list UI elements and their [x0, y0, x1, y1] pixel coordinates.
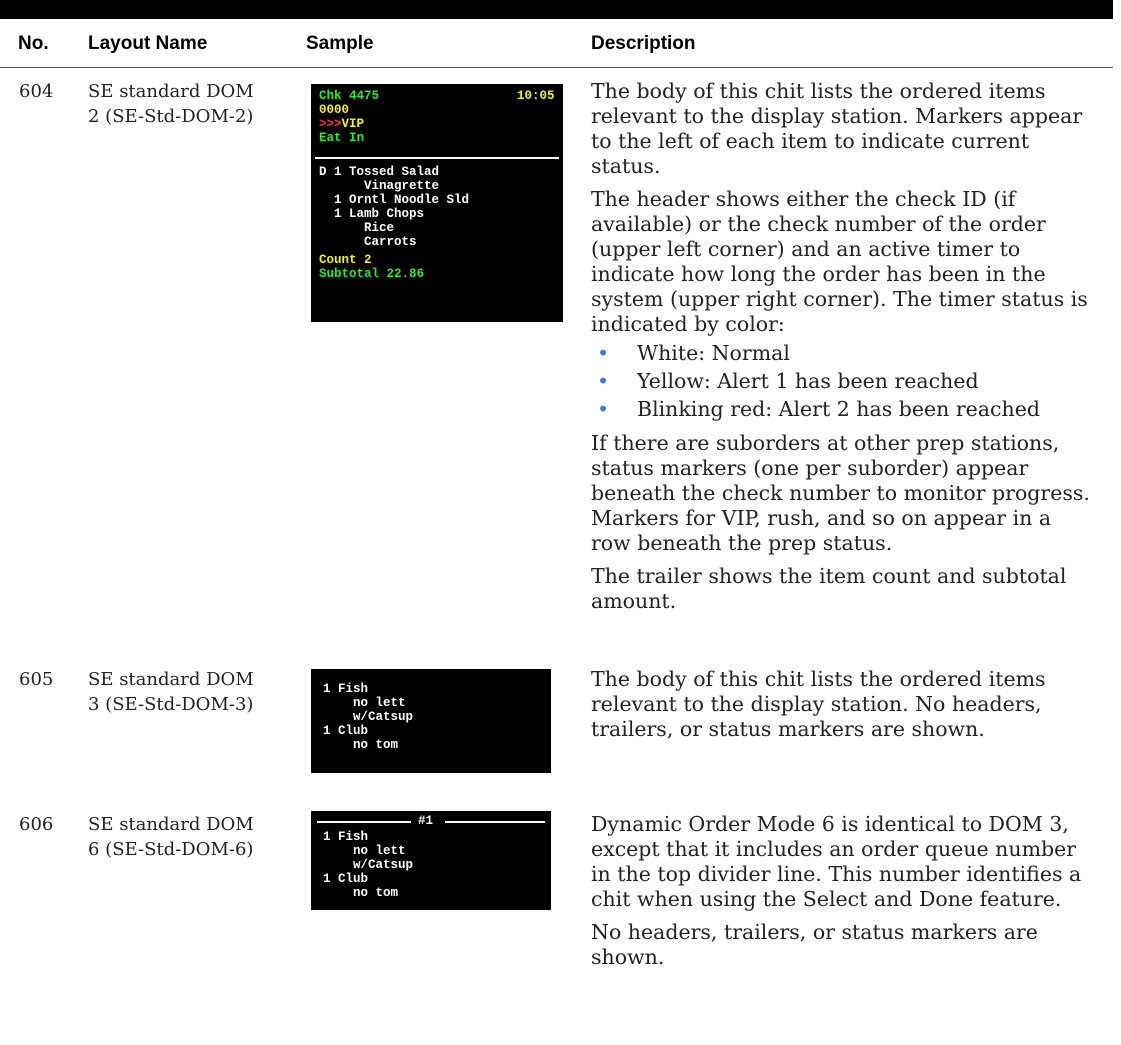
row-606-description: Dynamic Order Mode 6 is identical to DOM… — [591, 812, 1091, 978]
chit-item-line: no lett — [323, 696, 406, 710]
header-layout-name: Layout Name — [88, 33, 208, 54]
chit-item-line: 1 Club — [323, 724, 369, 738]
bullet-icon: • — [597, 341, 610, 365]
row-604-name-line2: 2 (SE-Std-DOM-2) — [88, 106, 254, 127]
header-divider — [0, 67, 1113, 68]
row-605-sample-chit: 1 Fish no lett w/Catsup 1 Club no tom — [311, 669, 551, 773]
chit-item-line: 1 Lamb Chops — [319, 207, 425, 221]
bullet-icon: • — [597, 397, 610, 421]
chit-item-line: Rice — [319, 221, 395, 235]
chit-item-line: 1 Fish — [323, 830, 369, 844]
chit-item-line: 1 Orntl Noodle Sld — [319, 193, 470, 207]
row-604-no: 604 — [19, 81, 54, 102]
chit-count: Count 2 — [319, 253, 372, 267]
row-606-sample-chit: #1 1 Fish no lett w/Catsup 1 Club no tom — [311, 811, 551, 910]
row-605-no: 605 — [19, 669, 54, 690]
chit-item-line: Carrots — [319, 235, 417, 249]
chit-divider-right — [445, 821, 545, 823]
row-606-no: 606 — [19, 814, 54, 835]
chit-timer: 10:05 — [517, 89, 555, 103]
chit-item-line: 1 Club — [323, 872, 369, 886]
header-description: Description — [591, 33, 696, 54]
chit-item-line: no tom — [323, 738, 399, 752]
row-605-name-line2: 3 (SE-Std-DOM-3) — [88, 694, 254, 715]
chit-divider-left — [317, 821, 411, 823]
timer-status-list: • White: Normal • Yellow: Alert 1 has been… — [591, 339, 1091, 423]
chit-item-line: D 1 Tossed Salad — [319, 165, 440, 179]
description-paragraph: If there are suborders at other prep sta… — [591, 431, 1090, 555]
description-paragraph: The body of this chit lists the ordered … — [591, 79, 1083, 178]
row-605-name-line1: SE standard DOM — [88, 669, 254, 690]
chit-divider — [315, 157, 559, 159]
description-paragraph: The body of this chit lists the ordered … — [591, 667, 1046, 741]
chit-item-line: no tom — [323, 886, 399, 900]
row-604-description: The body of this chit lists the ordered … — [591, 79, 1091, 622]
bullet-item: • Yellow: Alert 1 has been reached — [597, 369, 979, 393]
bullet-item: • White: Normal — [597, 341, 790, 365]
header-sample: Sample — [306, 33, 374, 54]
row-606-name-line1: SE standard DOM — [88, 814, 254, 835]
chit-vip-marker: >>>VIP — [319, 117, 365, 131]
chit-check-number: Chk 4475 — [319, 89, 380, 103]
top-bar — [0, 0, 1113, 19]
row-604-name-line1: SE standard DOM — [88, 81, 254, 102]
chit-item-line: 1 Fish — [323, 682, 369, 696]
chit-eat-in: Eat In — [319, 131, 365, 145]
bullet-icon: • — [597, 369, 610, 393]
header-no: No. — [18, 33, 49, 54]
chit-item-line: Vinagrette — [319, 179, 440, 193]
row-604-sample-chit: Chk 4475 10:05 0000 >>>VIP Eat In D 1 To… — [311, 84, 563, 322]
description-paragraph: Dynamic Order Mode 6 is identical to DOM… — [591, 812, 1082, 911]
description-paragraph: No headers, trailers, or status markers … — [591, 920, 1038, 969]
chit-subtotal: Subtotal 22.86 — [319, 267, 425, 281]
chit-item-line: w/Catsup — [323, 858, 414, 872]
chit-status-code: 0000 — [319, 103, 350, 117]
row-605-description: The body of this chit lists the ordered … — [591, 667, 1091, 750]
description-paragraph: The header shows either the check ID (if… — [591, 187, 1088, 336]
chit-queue-number: #1 — [418, 814, 434, 828]
chit-item-line: no lett — [323, 844, 406, 858]
row-606-name-line2: 6 (SE-Std-DOM-6) — [88, 839, 254, 860]
bullet-item: • Blinking red: Alert 2 has been reached — [597, 397, 1040, 421]
description-paragraph: The trailer shows the item count and sub… — [591, 564, 1067, 613]
chit-item-line: w/Catsup — [323, 710, 414, 724]
